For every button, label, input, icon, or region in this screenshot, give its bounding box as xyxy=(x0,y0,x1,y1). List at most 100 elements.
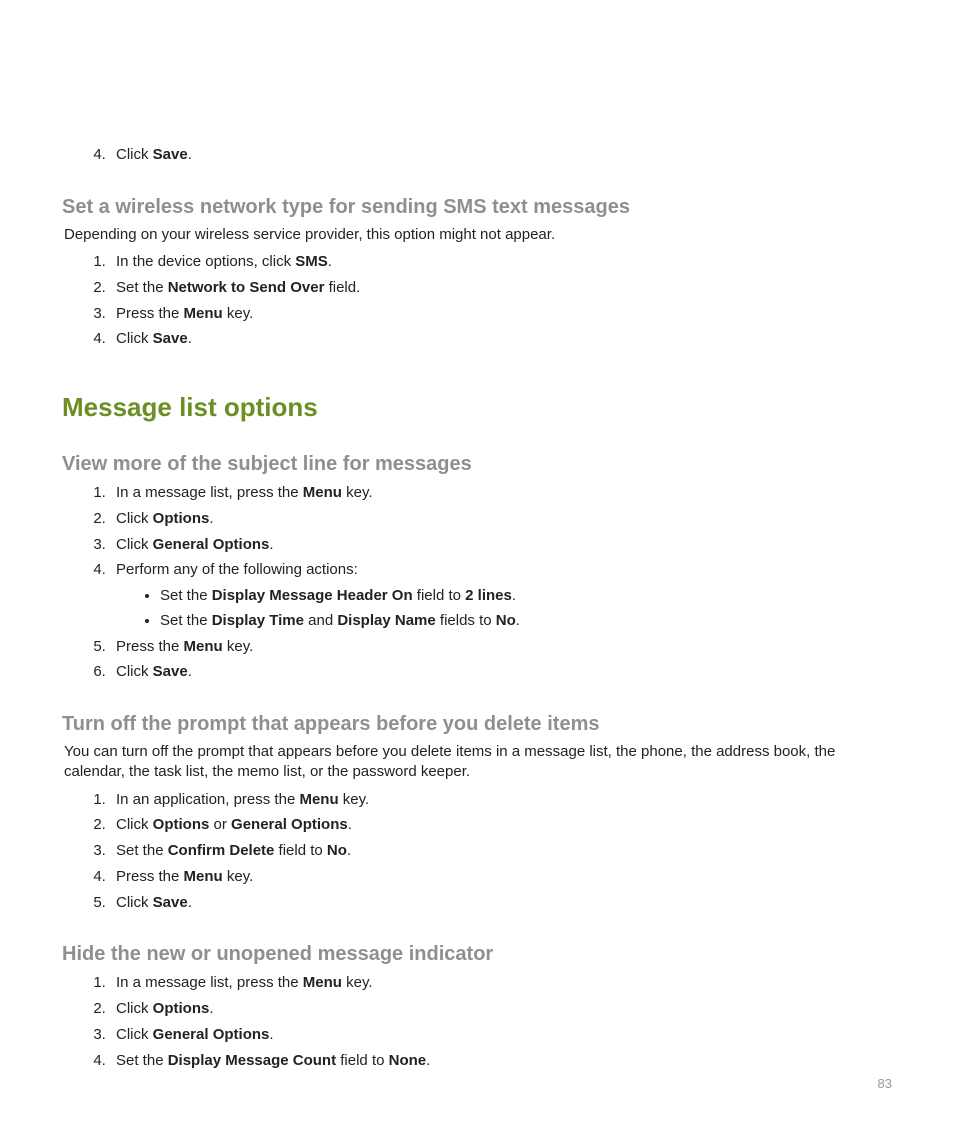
document-page: Click Save. Set a wireless network type … xyxy=(0,0,954,1071)
intro-step-list: Click Save. xyxy=(62,144,892,166)
step-text: Click xyxy=(116,663,153,680)
step-text: field. xyxy=(324,279,360,296)
list-item: Click Save. xyxy=(110,144,892,166)
step-text: . xyxy=(328,253,332,270)
list-item: Click General Options. xyxy=(110,534,892,556)
list-item: In the device options, click SMS. xyxy=(110,251,892,273)
step-text: Set the xyxy=(116,1052,168,1069)
step-text: Click xyxy=(116,1000,153,1017)
steps-list: In the device options, click SMS. Set the… xyxy=(62,251,892,350)
list-item: Set the Display Message Header On field … xyxy=(160,585,892,607)
step-text: Set the xyxy=(116,842,168,859)
step-text: . xyxy=(269,536,273,553)
step-bold: Save xyxy=(153,663,188,680)
step-bold: 2 lines xyxy=(465,587,512,604)
list-item: In a message list, press the Menu key. xyxy=(110,482,892,504)
heading-turn-off-prompt: Turn off the prompt that appears before … xyxy=(62,713,892,736)
step-bold: Menu xyxy=(299,791,338,808)
list-item: Click Save. xyxy=(110,328,892,350)
list-item: Click General Options. xyxy=(110,1024,892,1046)
step-text: key. xyxy=(342,974,373,991)
list-item: Press the Menu key. xyxy=(110,636,892,658)
step-bold: Display Name xyxy=(337,612,435,629)
step-text: Press the xyxy=(116,868,184,885)
list-item: Click Options. xyxy=(110,998,892,1020)
step-text: In a message list, press the xyxy=(116,974,303,991)
step-bold: Save xyxy=(153,146,188,163)
step-text: Click xyxy=(116,510,153,527)
step-text: . xyxy=(426,1052,430,1069)
step-text: . xyxy=(209,510,213,527)
step-bold: Save xyxy=(153,894,188,911)
step-bold: Menu xyxy=(184,305,223,322)
steps-list: In a message list, press the Menu key. Cl… xyxy=(62,972,892,1071)
step-text: or xyxy=(209,816,231,833)
step-text: Click xyxy=(116,536,153,553)
heading-view-more-subject: View more of the subject line for messag… xyxy=(62,453,892,476)
step-text: . xyxy=(188,663,192,680)
bullet-list: Set the Display Message Header On field … xyxy=(116,585,892,632)
list-item: Set the Display Time and Display Name fi… xyxy=(160,610,892,632)
step-text: . xyxy=(188,894,192,911)
step-text: . xyxy=(347,842,351,859)
steps-list: In an application, press the Menu key. Cl… xyxy=(62,789,892,914)
step-text: . xyxy=(512,587,516,604)
step-bold: Display Message Header On xyxy=(212,587,413,604)
step-text: key. xyxy=(339,791,370,808)
step-text: In a message list, press the xyxy=(116,484,303,501)
lead-paragraph: Depending on your wireless service provi… xyxy=(64,225,892,245)
step-bold: Network to Send Over xyxy=(168,279,325,296)
step-bold: Display Time xyxy=(212,612,304,629)
list-item: In an application, press the Menu key. xyxy=(110,789,892,811)
list-item: Click Save. xyxy=(110,661,892,683)
step-text: . xyxy=(516,612,520,629)
step-text: Set the xyxy=(160,587,212,604)
list-item: Press the Menu key. xyxy=(110,303,892,325)
list-item: Set the Confirm Delete field to No. xyxy=(110,840,892,862)
step-text: Click xyxy=(116,330,153,347)
step-text: Press the xyxy=(116,305,184,322)
step-text: Press the xyxy=(116,638,184,655)
step-bold: Display Message Count xyxy=(168,1052,336,1069)
heading-set-wireless-network: Set a wireless network type for sending … xyxy=(62,196,892,219)
step-text: . xyxy=(269,1026,273,1043)
step-text: Set the xyxy=(116,279,168,296)
step-text: Click xyxy=(116,894,153,911)
step-bold: None xyxy=(389,1052,427,1069)
step-bold: Menu xyxy=(303,974,342,991)
step-bold: Menu xyxy=(184,638,223,655)
step-text: fields to xyxy=(436,612,496,629)
step-text: Click xyxy=(116,146,153,163)
step-bold: No xyxy=(496,612,516,629)
step-bold: Menu xyxy=(184,868,223,885)
step-bold: Confirm Delete xyxy=(168,842,275,859)
step-text: Click xyxy=(116,816,153,833)
step-bold: No xyxy=(327,842,347,859)
step-text: Set the xyxy=(160,612,212,629)
step-text: In an application, press the xyxy=(116,791,299,808)
step-text: field to xyxy=(274,842,327,859)
step-bold: Menu xyxy=(303,484,342,501)
step-text: . xyxy=(348,816,352,833)
step-text: . xyxy=(188,330,192,347)
step-bold: Options xyxy=(153,1000,210,1017)
step-text: In the device options, click xyxy=(116,253,295,270)
list-item: Set the Network to Send Over field. xyxy=(110,277,892,299)
list-item: Click Options. xyxy=(110,508,892,530)
step-text: key. xyxy=(223,868,254,885)
step-text: Click xyxy=(116,1026,153,1043)
step-bold: General Options xyxy=(231,816,348,833)
step-bold: Options xyxy=(153,510,210,527)
step-bold: General Options xyxy=(153,536,270,553)
step-text: and xyxy=(304,612,337,629)
step-bold: Save xyxy=(153,330,188,347)
steps-list: In a message list, press the Menu key. Cl… xyxy=(62,482,892,683)
step-text: key. xyxy=(223,638,254,655)
step-text: key. xyxy=(342,484,373,501)
list-item: Click Options or General Options. xyxy=(110,814,892,836)
list-item: In a message list, press the Menu key. xyxy=(110,972,892,994)
lead-paragraph: You can turn off the prompt that appears… xyxy=(64,742,892,783)
heading-hide-indicator: Hide the new or unopened message indicat… xyxy=(62,943,892,966)
step-text: Perform any of the following actions: xyxy=(116,561,358,578)
list-item: Press the Menu key. xyxy=(110,866,892,888)
